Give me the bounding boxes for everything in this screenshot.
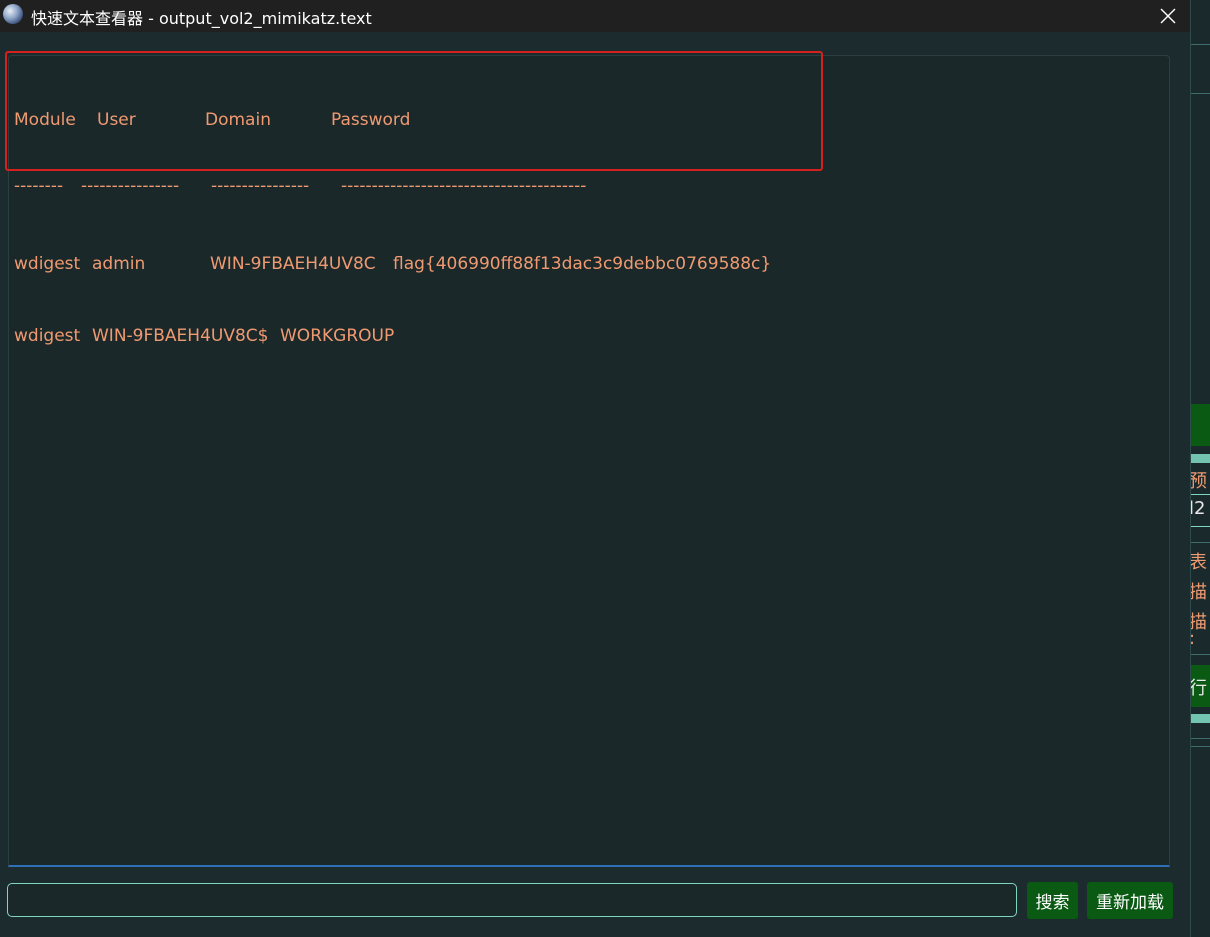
- globe-icon: [3, 4, 23, 24]
- table-row: wdigest WIN-9FBAEH4UV8C$ WORKGROUP: [14, 324, 394, 348]
- text-viewer-window: 快速文本查看器 - output_vol2_mimikatz.text Modu…: [0, 0, 1191, 937]
- divider: [1191, 44, 1210, 45]
- divider: [1191, 746, 1210, 747]
- background-text: 预: [1191, 471, 1207, 492]
- title-bar[interactable]: 快速文本查看器 - output_vol2_mimikatz.text: [0, 0, 1190, 32]
- divider: [1191, 738, 1210, 739]
- background-text: l2: [1191, 498, 1206, 519]
- text-content: Module User Domain Password -------- ---…: [14, 60, 771, 396]
- separator-password: ----------------------------------------: [341, 176, 587, 196]
- row-user: admin: [92, 254, 146, 274]
- row-user: WIN-9FBAEH4UV8C$: [92, 326, 269, 346]
- search-button[interactable]: 搜索: [1027, 882, 1078, 919]
- text-content-area[interactable]: [8, 55, 1170, 867]
- divider: [1191, 526, 1210, 527]
- header-user: User: [97, 110, 136, 130]
- row-domain: WORKGROUP: [280, 326, 395, 346]
- divider: [1191, 654, 1210, 655]
- header-domain: Domain: [205, 110, 271, 130]
- separator-module: --------: [14, 176, 64, 196]
- background-bar: [1191, 714, 1210, 723]
- reload-button[interactable]: 重新加载: [1087, 882, 1173, 919]
- search-input[interactable]: [7, 883, 1017, 917]
- divider: [1191, 93, 1210, 94]
- close-icon: [1160, 8, 1176, 24]
- window-title: 快速文本查看器 - output_vol2_mimikatz.text: [31, 9, 372, 28]
- row-module: wdigest: [14, 326, 81, 346]
- separator-domain: ----------------: [211, 176, 310, 196]
- divider: [1191, 542, 1210, 543]
- header-password: Password: [331, 110, 411, 130]
- separator-user: ----------------: [81, 176, 180, 196]
- row-password: flag{406990ff88f13dac3c9debbc0769588c}: [393, 254, 772, 274]
- row-domain: WIN-9FBAEH4UV8C: [210, 254, 376, 274]
- separator-row: -------- ---------------- --------------…: [14, 176, 586, 204]
- table-row: wdigest admin WIN-9FBAEH4UV8C flag{40699…: [14, 252, 771, 276]
- row-module: wdigest: [14, 254, 81, 274]
- background-text: :: [1191, 628, 1195, 649]
- close-button[interactable]: [1146, 0, 1190, 32]
- background-bar: [1191, 454, 1210, 463]
- divider: [1191, 494, 1210, 495]
- header-module: Module: [14, 110, 76, 130]
- background-button: [1191, 404, 1210, 446]
- background-text: 表: [1191, 552, 1207, 573]
- background-text: 描: [1191, 582, 1207, 603]
- header-row: Module User Domain Password: [14, 108, 410, 132]
- background-window: 预 l2 表 描 描 : 行: [1191, 0, 1210, 937]
- background-text: 行: [1191, 678, 1207, 699]
